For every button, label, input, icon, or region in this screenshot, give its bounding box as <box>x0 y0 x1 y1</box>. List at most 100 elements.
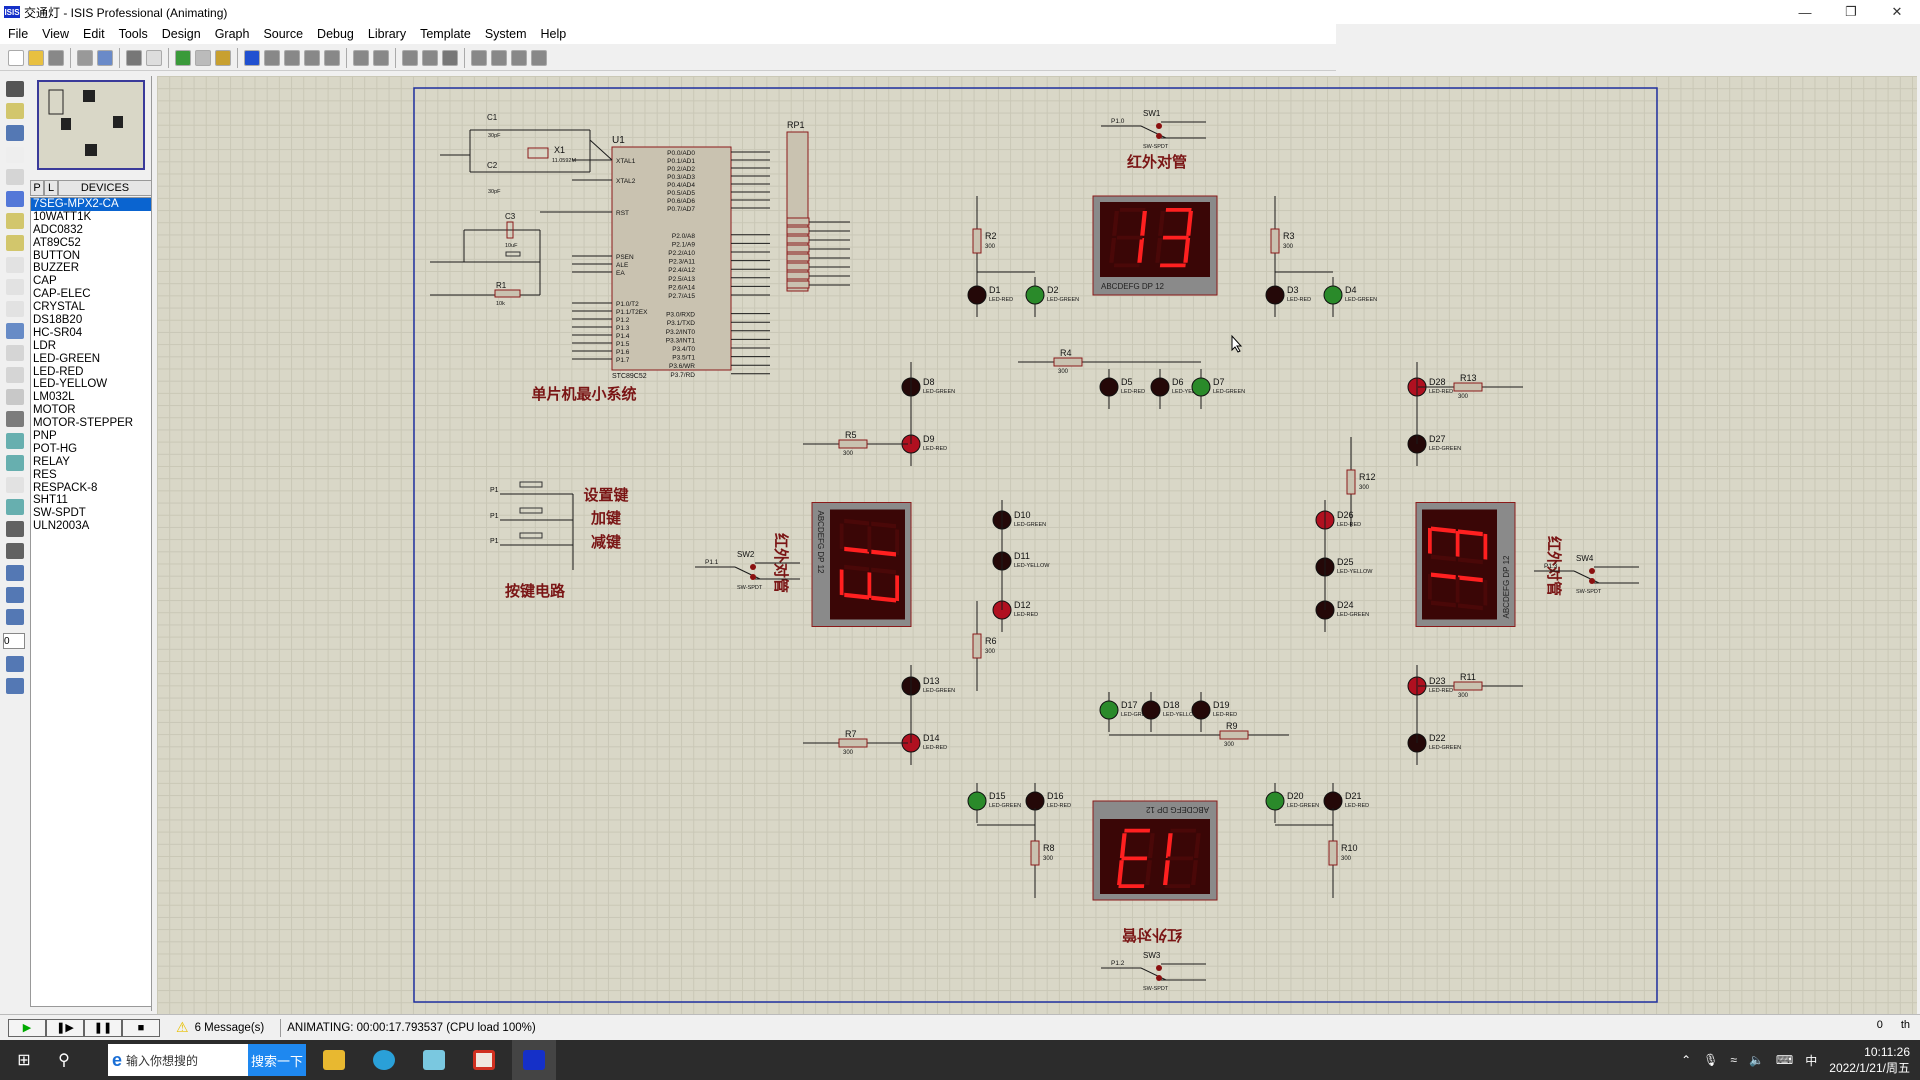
cut-icon[interactable] <box>402 49 418 66</box>
led-d22[interactable]: D22 LED-GREEN <box>1407 725 1461 765</box>
led-d18[interactable]: D18LED-YELLOW <box>1141 692 1199 732</box>
pause-button[interactable]: ❚❚ <box>84 1018 122 1037</box>
play-button[interactable]: ▶ <box>8 1018 46 1037</box>
led-d3[interactable]: D3 LED-RED <box>1265 277 1311 317</box>
device-item[interactable]: LDR <box>31 340 151 353</box>
component-icon[interactable] <box>6 103 24 119</box>
device-item[interactable]: RES <box>31 469 151 482</box>
paste-icon[interactable] <box>442 49 458 66</box>
led-d15[interactable]: D15 LED-GREEN <box>967 783 1021 823</box>
open-file-icon[interactable] <box>28 49 44 66</box>
reset-button[interactable] <box>505 251 521 257</box>
reset-circuit[interactable]: C3 10uF R1 10k <box>430 211 612 307</box>
led-d13[interactable]: D13 LED-GREEN <box>901 668 955 708</box>
print-icon[interactable] <box>126 49 142 66</box>
pick-devices-button[interactable]: P <box>30 180 44 196</box>
graph-icon[interactable] <box>6 279 24 295</box>
block-move-icon[interactable] <box>491 49 507 66</box>
device-item[interactable]: HC-SR04 <box>31 327 151 340</box>
resistor-r8[interactable]: R8 300 <box>1030 808 1055 898</box>
resistor-pack-rp1[interactable]: RP1 <box>786 120 850 292</box>
device-item[interactable]: CRYSTAL <box>31 301 151 314</box>
led-d16[interactable]: D16 LED-RED <box>1025 783 1071 823</box>
stop-button[interactable]: ■ <box>122 1018 160 1037</box>
menu-library[interactable]: Library <box>368 27 406 41</box>
menu-help[interactable]: Help <box>541 27 567 41</box>
device-item[interactable]: POT-HG <box>31 443 151 456</box>
copy-icon[interactable] <box>422 49 438 66</box>
push-button[interactable]: P1 <box>490 481 573 495</box>
close-button[interactable]: ✕ <box>1874 0 1920 24</box>
led-d27[interactable]: D27 LED-GREEN <box>1407 426 1461 466</box>
switch-sw1[interactable]: SW1 SW-SPDT P1.0 <box>1101 109 1206 150</box>
marker-icon[interactable] <box>6 565 24 581</box>
seven-segment-display-right[interactable]: ABCDEFG DP 12 <box>1415 502 1516 627</box>
resistor-r5[interactable]: R5 300 <box>803 430 908 457</box>
virtual-instrument-icon[interactable] <box>6 389 24 405</box>
block-copy-icon[interactable] <box>471 49 487 66</box>
volume-icon[interactable]: 🔈 <box>1749 1053 1764 1067</box>
current-probe-icon[interactable] <box>6 367 24 383</box>
bus-icon[interactable] <box>6 191 24 207</box>
search-button[interactable]: 搜索一下 <box>248 1044 306 1076</box>
seven-segment-display-bottom[interactable]: ABCDEFG DP 12 <box>1092 800 1218 901</box>
led-d20[interactable]: D20 LED-GREEN <box>1265 783 1319 823</box>
schematic[interactable]: U1STC89C52XTAL1XTAL2RSTPSENALEEAP1.0/T2P… <box>157 76 1917 1014</box>
resistor-r9[interactable]: R9 300 <box>1184 721 1289 748</box>
led-d1[interactable]: D1 LED-RED <box>967 277 1013 317</box>
mcu-u1[interactable]: U1STC89C52XTAL1XTAL2RSTPSENALEEAP1.0/T2P… <box>572 135 770 380</box>
device-item[interactable]: MOTOR-STEPPER <box>31 417 151 430</box>
symbol-icon[interactable] <box>6 543 24 559</box>
resistor-r6[interactable]: R6 300 <box>972 601 997 691</box>
led-d28[interactable]: D28 LED-RED <box>1407 369 1453 409</box>
led-d2[interactable]: D2 LED-GREEN <box>1025 277 1079 317</box>
tape-icon[interactable] <box>6 301 24 317</box>
circle-icon[interactable] <box>6 455 24 471</box>
led-d26[interactable]: D26LED-RED <box>1315 502 1361 542</box>
led-d24[interactable]: D24 LED-GREEN <box>1315 592 1369 632</box>
menu-view[interactable]: View <box>42 27 69 41</box>
zoom-in-icon[interactable] <box>264 49 280 66</box>
menu-design[interactable]: Design <box>162 27 201 41</box>
terminal-icon[interactable] <box>6 235 24 251</box>
block-delete-icon[interactable] <box>531 49 547 66</box>
undo-icon[interactable] <box>353 49 369 66</box>
device-item[interactable]: LM032L <box>31 391 151 404</box>
minimize-button[interactable]: — <box>1782 0 1828 24</box>
device-item[interactable]: CAP <box>31 275 151 288</box>
redo-icon[interactable] <box>373 49 389 66</box>
device-item[interactable]: MOTOR <box>31 404 151 417</box>
save-icon[interactable] <box>48 49 64 66</box>
block-rotate-icon[interactable] <box>511 49 527 66</box>
file-explorer-icon[interactable] <box>312 1040 356 1080</box>
menu-tools[interactable]: Tools <box>119 27 148 41</box>
isis-icon[interactable] <box>512 1040 556 1080</box>
microphone-icon[interactable]: 🎙 <box>1703 1053 1718 1067</box>
text-icon[interactable] <box>6 521 24 537</box>
oscillator-circuit[interactable]: X1 11.0592M C1 30pF C2 30pF <box>440 113 613 195</box>
led-d14[interactable]: D14 LED-RED <box>901 725 947 765</box>
menu-file[interactable]: File <box>8 27 28 41</box>
zoom-all-icon[interactable] <box>304 49 320 66</box>
menu-graph[interactable]: Graph <box>215 27 250 41</box>
grid-icon[interactable] <box>195 49 211 66</box>
browser-icon[interactable] <box>362 1040 406 1080</box>
generator-icon[interactable] <box>6 323 24 339</box>
text-script-icon[interactable] <box>6 169 24 185</box>
path-icon[interactable] <box>6 499 24 515</box>
led-d23[interactable]: D23 LED-RED <box>1407 668 1453 708</box>
menu-source[interactable]: Source <box>263 27 303 41</box>
overview-window[interactable] <box>37 80 145 170</box>
resistor-r7[interactable]: R7 300 <box>803 729 908 756</box>
resistor-r4[interactable]: R4 300 <box>1018 348 1123 375</box>
device-item[interactable]: ADC0832 <box>31 224 151 237</box>
import-icon[interactable] <box>77 49 93 66</box>
clock[interactable]: 10:11:26 2022/1/21/周五 <box>1829 1044 1910 1076</box>
rotation-angle-input[interactable] <box>3 633 25 649</box>
resistor-r12[interactable]: R12 300 <box>1346 437 1376 527</box>
menu-edit[interactable]: Edit <box>83 27 105 41</box>
wire-label-icon[interactable] <box>6 147 24 163</box>
subcircuit-icon[interactable] <box>6 213 24 229</box>
device-item[interactable]: SW-SPDT <box>31 507 151 520</box>
library-manager-button[interactable]: L <box>44 180 58 196</box>
